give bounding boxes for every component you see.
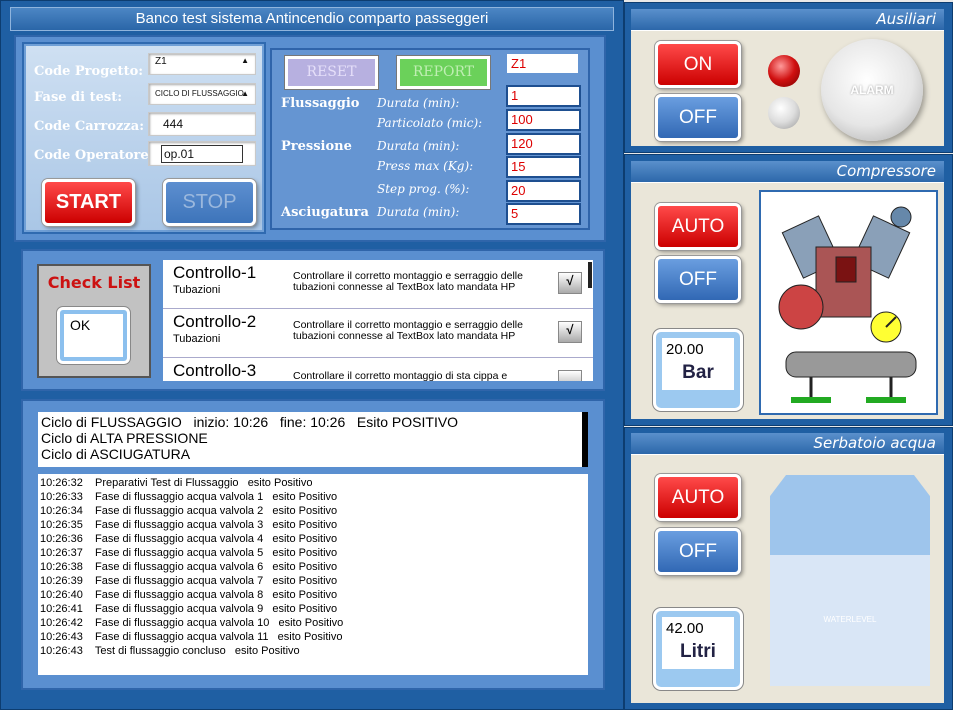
page-title: Banco test sistema Antincendio comparto … [10,7,614,31]
log-line: 10:26:34 Fase di flussaggio acqua valvol… [40,505,338,517]
pr-step-input[interactable]: 20 [506,180,581,202]
pressione-label: Pressione [281,139,352,154]
flussaggio-label: Flussaggio [281,96,360,111]
ok-label: OK [64,314,123,357]
alarm-label: ALARM [850,83,894,97]
log-line: 10:26:43 Fase di flussaggio acqua valvol… [40,631,343,643]
dropdown-arrow-icon: ▲ [241,89,249,98]
compressor-image [759,190,938,415]
log-line: 10:26:41 Fase di flussaggio acqua valvol… [40,603,338,615]
log-line: 10:26:32 Preparativi Test di Flussaggio … [40,477,313,489]
serbatoio-off-button[interactable]: OFF [655,528,741,575]
fl-particolato-input[interactable]: 100 [506,109,581,131]
pressure-unit: Bar [662,362,734,390]
compressore-off-button[interactable]: OFF [655,256,741,303]
cycle-summary: Ciclo di FLUSSAGGIO inizio: 10:26 fine: … [38,412,586,467]
level-display: 42.00 Litri [653,608,743,690]
ok-button[interactable]: OK [57,307,130,364]
ausiliari-title: Ausiliari [631,9,944,31]
check-button[interactable]: √ [558,272,582,294]
stop-button[interactable]: STOP [163,179,256,226]
item-desc: Controllare il corretto montaggio di sta… [293,370,508,382]
operatore-value: op.01 [161,145,243,163]
log-line: 10:26:37 Fase di flussaggio acqua valvol… [40,547,338,559]
serbatoio-title: Serbatoio acqua [631,433,944,455]
carrozza-input[interactable]: 444 [148,112,256,136]
water-tank: WATERLEVEL [770,475,930,686]
cycle-asciugatura: Ciclo di ASCIUGATURA [41,446,191,462]
code-progetto-value: Z1 [155,56,167,67]
carrozza-label: Code Carrozza: [34,119,145,134]
white-led-icon [768,97,800,129]
check-button[interactable]: √ [558,321,582,343]
pr-durata-label: Durata (min): [377,139,460,153]
item-desc: Controllare il corretto montaggio e serr… [293,319,523,342]
on-button[interactable]: ON [655,41,741,88]
check-button[interactable] [558,370,582,381]
fl-particolato-label: Particolato (mic): [377,116,483,130]
scrollbar[interactable] [582,412,588,467]
off-button[interactable]: OFF [655,94,741,141]
log-line: 10:26:40 Fase di flussaggio acqua valvol… [40,589,338,601]
dropdown-arrow-icon: ▲ [241,56,249,65]
as-durata-label: Durata (min): [377,205,460,219]
code-progetto-label: Code Progetto: [34,64,144,79]
pr-max-input[interactable]: 15 [506,156,581,178]
log-list[interactable]: 10:26:32 Preparativi Test di Flussaggio … [38,474,588,675]
compressore-title: Compressore [631,161,944,183]
fl-durata-label: Durata (min): [377,96,460,110]
log-line: 10:26:35 Fase di flussaggio acqua valvol… [40,519,338,531]
water-level-label: WATERLEVEL [823,615,877,624]
checklist-list[interactable]: Controllo-1 Tubazioni Controllare il cor… [163,260,593,381]
asciugatura-label: Asciugatura [281,205,369,220]
log-line: 10:26:43 Test di flussaggio concluso esi… [40,645,300,657]
item-title: Controllo-3 [173,361,257,380]
fl-durata-input[interactable]: 1 [506,85,581,107]
as-durata-input[interactable]: 5 [506,203,581,225]
fase-value: CICLO DI FLUSSAGGIO [155,89,244,98]
scrollbar-thumb[interactable] [588,262,592,288]
compressore-auto-button[interactable]: AUTO [655,203,741,250]
start-button[interactable]: START [42,179,135,226]
log-line: 10:26:39 Fase di flussaggio acqua valvol… [40,575,338,587]
item-title: Controllo-2 [173,312,257,331]
zone-field[interactable]: Z1 [507,54,578,73]
log-line: 10:26:33 Fase di flussaggio acqua valvol… [40,491,338,503]
log-line: 10:26:36 Fase di flussaggio acqua valvol… [40,533,338,545]
report-button[interactable]: REPORT [397,56,490,89]
pressure-display: 20.00 Bar [653,329,743,411]
list-item: Controllo-2 Tubazioni Controllare il cor… [163,309,593,358]
code-progetto-select[interactable]: Z1 ▲ [148,53,256,75]
fase-label: Fase di test: [34,90,123,105]
red-led-icon [768,55,800,87]
log-line: 10:26:42 Fase di flussaggio acqua valvol… [40,617,344,629]
list-item: Controllo-3 Controllare il corretto mont… [163,358,593,381]
fase-select[interactable]: CICLO DI FLUSSAGGIO ▲ [148,83,256,105]
alarm-button[interactable]: ALARM [821,39,923,141]
item-desc: Controllare il corretto montaggio e serr… [293,270,523,293]
pr-max-label: Press max (Kg): [377,159,474,173]
serbatoio-auto-button[interactable]: AUTO [655,474,741,521]
pr-step-label: Step prog. (%): [377,182,470,196]
checklist-title: Check List [47,273,141,292]
log-line: 10:26:38 Fase di flussaggio acqua valvol… [40,561,338,573]
item-sub: Tubazioni [173,284,221,296]
operatore-label: Code Operatore: [34,148,154,163]
reset-button[interactable]: RESET [285,56,378,89]
operatore-input[interactable]: op.01 [148,141,256,166]
level-unit: Litri [662,641,734,669]
cycle-pressione: Ciclo di ALTA PRESSIONE [41,430,208,446]
item-title: Controllo-1 [173,263,257,282]
list-item: Controllo-1 Tubazioni Controllare il cor… [163,260,593,309]
pr-durata-input[interactable]: 120 [506,133,581,155]
cycle-flussaggio: Ciclo di FLUSSAGGIO inizio: 10:26 fine: … [41,414,459,430]
item-sub: Tubazioni [173,333,221,345]
